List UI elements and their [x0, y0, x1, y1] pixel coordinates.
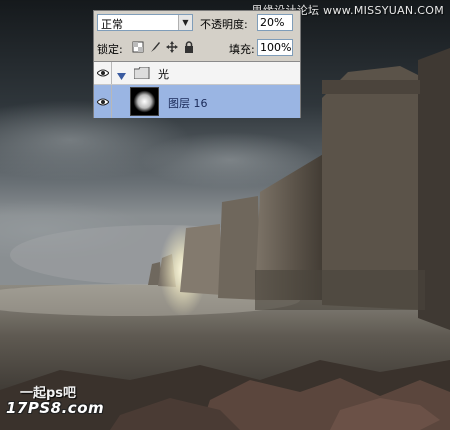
fill-input[interactable]: 100%	[257, 39, 293, 56]
layer-name: 图层 16	[168, 97, 208, 110]
eye-icon[interactable]	[94, 62, 112, 84]
lock-transparent-icon[interactable]	[132, 41, 144, 53]
layer-row-selected[interactable]: 图层 16	[94, 85, 300, 118]
lock-row: 锁定: 填充: 100%	[94, 37, 300, 59]
blend-mode-select[interactable]: 正常 ▼	[97, 14, 193, 31]
blend-mode-value: 正常	[101, 18, 123, 31]
group-name: 光	[158, 68, 169, 81]
blend-row: 正常 ▼ 不透明度: 20%	[94, 11, 300, 35]
lock-paint-icon[interactable]	[149, 41, 161, 53]
layer-thumbnail	[130, 87, 159, 116]
opacity-input[interactable]: 20%	[257, 14, 293, 31]
lock-move-icon[interactable]	[166, 41, 178, 53]
fill-label: 填充:	[229, 43, 255, 56]
expand-triangle-icon[interactable]	[117, 70, 126, 83]
opacity-label: 不透明度:	[200, 18, 248, 31]
lock-label: 锁定:	[97, 43, 123, 56]
site-logo: 一起ps吧 17PS8.com	[6, 382, 106, 418]
fill-value: 100%	[260, 41, 292, 54]
folder-icon	[133, 66, 150, 82]
chevron-down-icon[interactable]: ▼	[178, 15, 192, 30]
canvas-area: 思缘设计论坛 www.MISSYUAN.COM 一起ps吧 17PS8.com …	[0, 0, 450, 430]
layers-list: 光 图层 16	[94, 61, 300, 118]
opacity-value: 20%	[260, 16, 285, 29]
layer-group-row[interactable]: 光	[94, 62, 300, 85]
eye-icon[interactable]	[94, 85, 112, 118]
layers-panel: 正常 ▼ 不透明度: 20% 锁定: 填充: 100% 光 图层 16	[93, 10, 301, 118]
lock-all-icon[interactable]	[183, 41, 195, 53]
site-logo-line2: 17PS8.com	[6, 399, 105, 417]
